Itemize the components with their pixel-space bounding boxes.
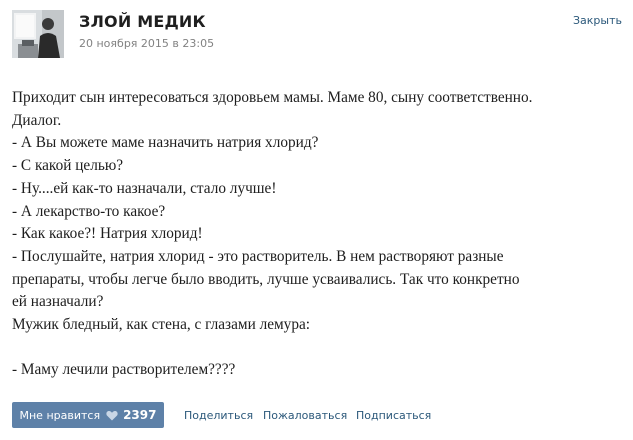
post-footer: Мне нравится 2397 Поделиться Пожаловатьс… [0, 402, 633, 432]
post-text-line [12, 337, 626, 360]
post-text-line: - С какой целью? [12, 157, 124, 175]
post-text-line: Приходит сын интересоваться здоровьем ма… [12, 89, 533, 106]
post-header: ЗЛОЙ МЕДИК 20 ноября 2015 в 23:05 Закрыт… [0, 0, 633, 66]
post-text-line: ей назначали? [12, 293, 104, 311]
subscribe-link[interactable]: Подписаться [356, 409, 431, 422]
like-count: 2397 [123, 408, 157, 422]
avatar[interactable] [12, 10, 64, 58]
post-text-line: препараты, чтобы легче было вводить, луч… [12, 270, 520, 288]
report-link[interactable]: Пожаловаться [263, 409, 347, 422]
post-date[interactable]: 20 ноября 2015 в 23:05 [79, 37, 214, 50]
post-text-line: - Ну....ей как-то назначали, стало лучше… [12, 179, 277, 197]
like-button[interactable]: Мне нравится 2397 [12, 402, 164, 428]
post-text: Приходит сын интересоваться здоровьем ма… [12, 87, 626, 382]
close-link[interactable]: Закрыть [573, 14, 622, 27]
post-text-line: - Маму лечили растворителем???? [12, 361, 236, 379]
heart-icon [106, 410, 118, 421]
post-text-line: - А Вы можете маме назначить натрия хлор… [12, 134, 319, 152]
post-text-line: - Послушайте, натрия хлорид - это раство… [12, 247, 504, 265]
post-text-line: - А лекарство-то какое? [12, 202, 166, 220]
post-text-line: Мужик бледный, как стена, с глазами лему… [12, 316, 311, 334]
share-link[interactable]: Поделиться [184, 409, 253, 422]
page-title[interactable]: ЗЛОЙ МЕДИК [79, 12, 206, 31]
like-label: Мне нравится [19, 408, 101, 422]
post-text-line: Диалог. [12, 111, 62, 129]
post-text-line: - Как какое?! Натрия хлорид! [12, 225, 203, 243]
